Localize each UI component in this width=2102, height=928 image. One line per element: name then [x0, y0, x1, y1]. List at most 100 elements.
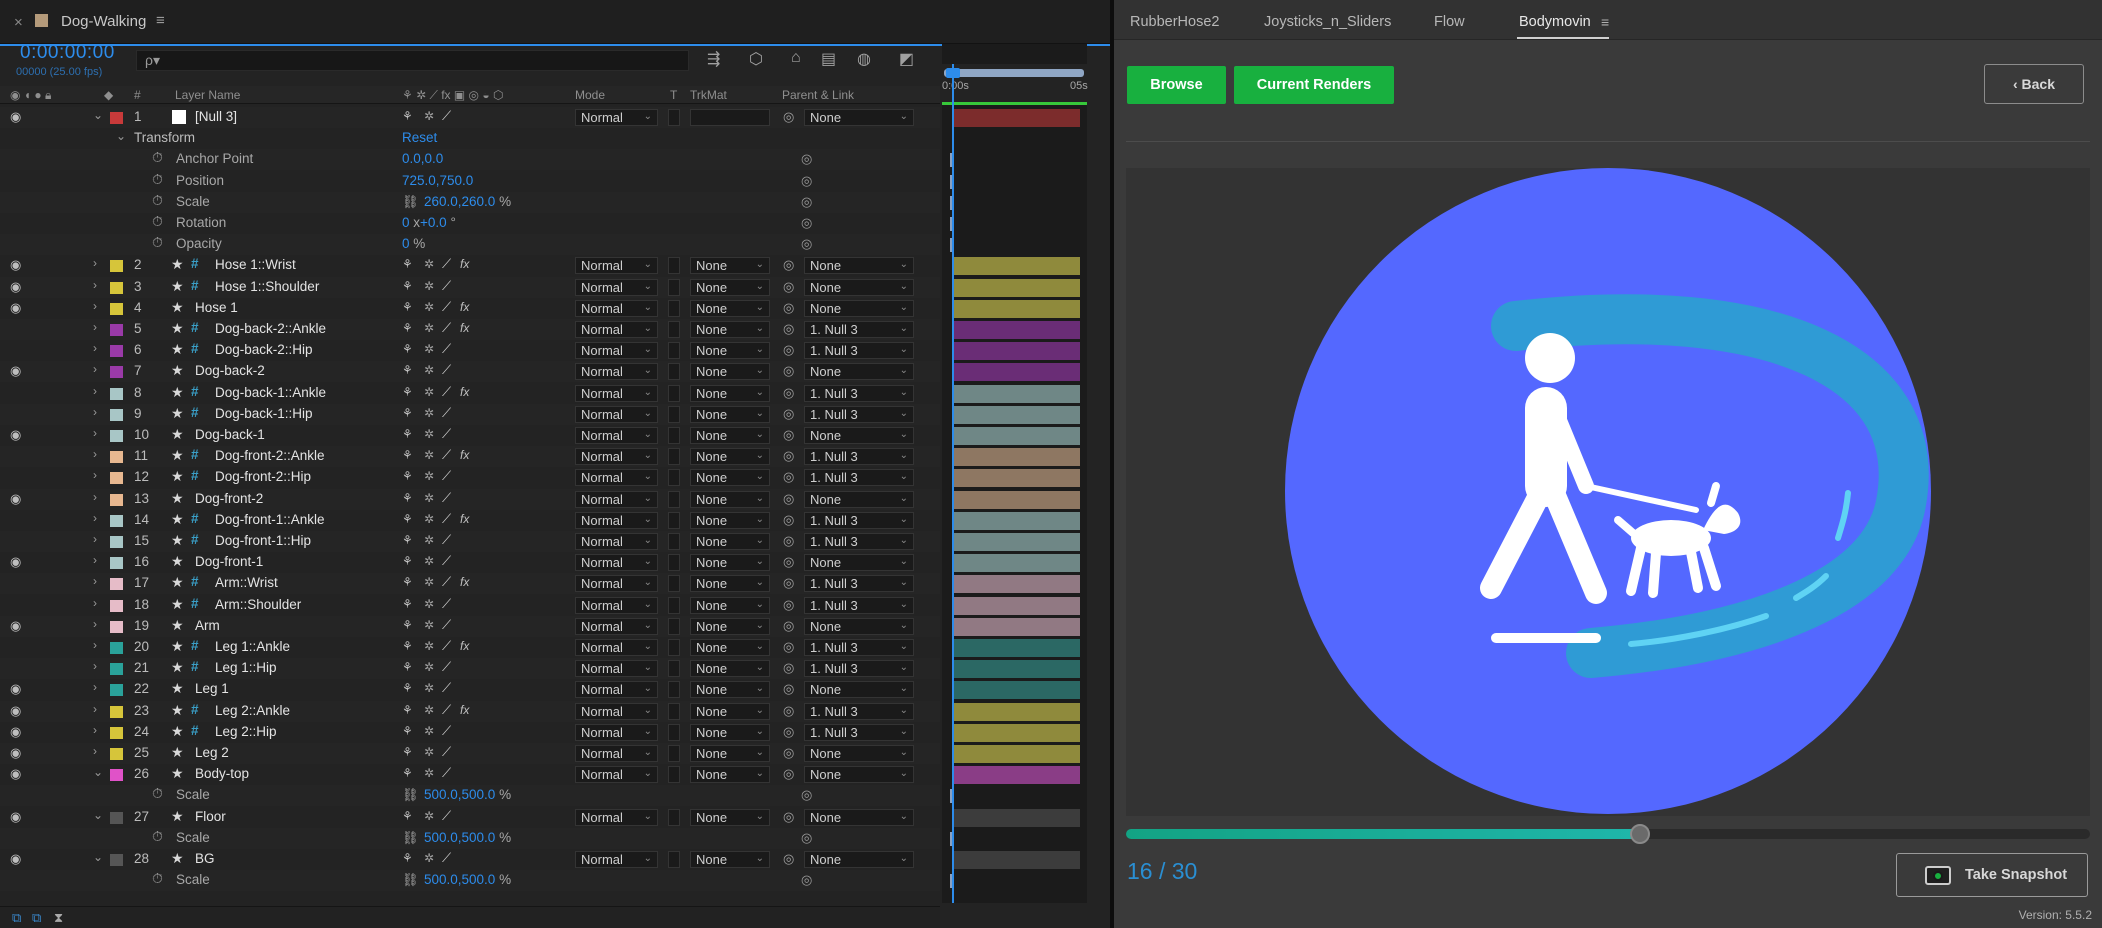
pick-whip-icon[interactable]: ◎	[783, 512, 794, 528]
shy-switch-icon[interactable]: ⚘	[402, 427, 413, 441]
label-color-swatch[interactable]	[110, 684, 123, 697]
preserve-transparency-toggle[interactable]	[668, 278, 680, 296]
layer-name[interactable]: Leg 1::Ankle	[215, 639, 290, 654]
expression-pickwhip-icon[interactable]: ◎	[801, 236, 812, 252]
layer-duration-bar[interactable]	[952, 469, 1080, 488]
pick-whip-icon[interactable]: ◎	[783, 597, 794, 613]
blend-mode-dropdown[interactable]: Normal ⌄	[575, 490, 658, 508]
collapsed-twirl-icon[interactable]: ›	[93, 702, 97, 716]
current-renders-button[interactable]: Current Renders	[1234, 66, 1394, 104]
collapse-switch-icon[interactable]: ✲	[424, 533, 434, 547]
collapse-switch-icon[interactable]: ✲	[424, 491, 434, 505]
layer-name[interactable]: BG	[195, 851, 215, 866]
collapsed-twirl-icon[interactable]: ›	[93, 511, 97, 525]
layer-name[interactable]: Dog-back-1	[195, 427, 265, 442]
layer-name[interactable]: Leg 2	[195, 745, 229, 760]
layer-duration-bar[interactable]	[952, 299, 1080, 318]
property-value-text[interactable]: 0.0,0.0	[402, 151, 443, 166]
toggle-switches-icon[interactable]: ⧉	[12, 910, 21, 926]
blend-mode-dropdown[interactable]: Normal ⌄	[575, 639, 658, 656]
shy-switch-icon[interactable]: ⚘	[402, 257, 413, 271]
collapse-switch-icon[interactable]: ✲	[424, 724, 434, 738]
back-button[interactable]: ‹ Back	[1984, 64, 2084, 104]
preserve-transparency-toggle[interactable]	[668, 342, 680, 360]
parent-dropdown[interactable]: None ⌄	[804, 851, 914, 868]
collapse-switch-icon[interactable]: ✲	[424, 554, 434, 568]
visibility-eye-icon[interactable]: ◉	[10, 809, 21, 825]
stopwatch-icon[interactable]: ⏱	[152, 870, 163, 887]
shy-switch-icon[interactable]: ⚘	[402, 660, 413, 674]
track-matte-dropdown[interactable]: None ⌄	[690, 681, 770, 699]
parent-dropdown[interactable]: 1. Null 3 ⌄	[804, 511, 914, 529]
expanded-twirl-icon[interactable]: ⌄	[93, 850, 103, 864]
label-color-swatch[interactable]	[110, 387, 123, 400]
track-matte-dropdown[interactable]: None ⌄	[690, 617, 770, 635]
parent-dropdown[interactable]: 1. Null 3 ⌄	[804, 384, 914, 402]
visibility-eye-icon[interactable]: ◉	[10, 300, 21, 316]
track-matte-dropdown[interactable]: None ⌄	[690, 363, 770, 381]
stopwatch-icon[interactable]: ⏱	[152, 828, 163, 845]
preserve-transparency-toggle[interactable]	[668, 427, 680, 444]
layer-row[interactable]: ◉ › 10 ★ Dog-back-1 ⚘ ✲ ⟋ Normal ⌄ None ⌄ ◎ None ⌄	[0, 425, 940, 446]
current-time-indicator[interactable]	[952, 64, 954, 909]
property-row[interactable]: ⏱ Opacity 0 % ◎	[0, 234, 940, 256]
blend-mode-dropdown[interactable]: Normal ⌄	[575, 109, 658, 126]
layer-duration-bar[interactable]	[952, 384, 1080, 403]
collapse-switch-icon[interactable]: ✲	[424, 321, 434, 335]
pick-whip-icon[interactable]: ◎	[783, 448, 794, 464]
shy-switch-icon[interactable]: ⚘	[402, 300, 413, 314]
expression-pickwhip-icon[interactable]: ◎	[801, 151, 812, 167]
collapse-switch-icon[interactable]: ✲	[424, 257, 434, 271]
collapsed-twirl-icon[interactable]: ›	[93, 447, 97, 461]
collapse-switch-icon[interactable]: ✲	[424, 660, 434, 674]
pick-whip-icon[interactable]: ◎	[783, 279, 794, 295]
pick-whip-icon[interactable]: ◎	[783, 469, 794, 485]
layer-row[interactable]: › 9 ★ # Dog-back-1::Hip ⚘ ✲ ⟋ Normal ⌄ None ⌄ ◎ 1. Nu…	[0, 403, 940, 425]
visibility-eye-icon[interactable]: ◉	[10, 427, 21, 443]
effects-switch-icon[interactable]: fx	[460, 448, 469, 462]
constrain-proportions-icon[interactable]: ⛓	[402, 830, 419, 846]
current-time-display[interactable]: 0:00:00:00	[20, 42, 115, 64]
shy-switch-icon[interactable]: ⚘	[402, 321, 413, 335]
scrubber-handle[interactable]	[1629, 824, 1650, 844]
collapse-switch-icon[interactable]: ✲	[424, 575, 434, 589]
label-color-swatch[interactable]	[110, 281, 123, 294]
blend-mode-dropdown[interactable]: Normal ⌄	[575, 723, 658, 741]
pick-whip-icon[interactable]: ◎	[783, 809, 794, 825]
layer-row[interactable]: ◉ ⌄ 1 [Null 3] ⚘ ✲ ⟋ Normal ⌄ ◎ None ⌄	[0, 107, 940, 128]
pick-whip-icon[interactable]: ◎	[783, 491, 794, 507]
shy-switch-icon[interactable]: ⚘	[402, 724, 413, 738]
layer-search-input[interactable]: ρ▾	[136, 50, 689, 71]
label-color-swatch[interactable]	[110, 430, 123, 442]
layer-row[interactable]: ◉ › 7 ★ Dog-back-2 ⚘ ✲ ⟋ Normal ⌄ None ⌄ ◎ None ⌄	[0, 361, 940, 383]
quality-switch-icon[interactable]: ⟋	[442, 256, 451, 272]
frame-blending-icon[interactable]: ▤	[821, 49, 836, 69]
preserve-transparency-toggle[interactable]	[668, 808, 680, 826]
layer-row[interactable]: › 11 ★ # Dog-front-2::Ankle ⚘ ✲ ⟋ fx Normal ⌄ None ⌄…	[0, 446, 940, 468]
layer-row[interactable]: › 17 ★ # Arm::Wrist ⚘ ✲ ⟋ fx Normal ⌄ None ⌄ ◎ 1. Null…	[0, 573, 940, 595]
visibility-eye-icon[interactable]: ◉	[10, 618, 21, 634]
preserve-transparency-toggle[interactable]	[668, 660, 680, 678]
preserve-transparency-toggle[interactable]	[668, 469, 680, 487]
property-value-text[interactable]: 500.0,500.0	[424, 830, 495, 845]
parent-dropdown[interactable]: None ⌄	[804, 427, 914, 444]
collapsed-twirl-icon[interactable]: ›	[93, 362, 97, 376]
preserve-transparency-toggle[interactable]	[668, 596, 680, 614]
track-matte-dropdown[interactable]: None ⌄	[690, 533, 770, 550]
layer-name[interactable]: Dog-back-2	[195, 363, 265, 378]
blend-mode-dropdown[interactable]: Normal ⌄	[575, 808, 658, 826]
pick-whip-icon[interactable]: ◎	[783, 300, 794, 316]
blend-mode-dropdown[interactable]: Normal ⌄	[575, 575, 658, 593]
stopwatch-icon[interactable]: ⏱	[152, 234, 163, 251]
layer-row[interactable]: ◉ › 2 ★ # Hose 1::Wrist ⚘ ✲ ⟋ fx Normal ⌄ None ⌄ ◎ None…	[0, 255, 940, 276]
parent-link-header[interactable]: Parent & Link	[782, 88, 854, 102]
property-row[interactable]: ⏱ Scale ⛓ 500.0,500.0 % ◎	[0, 827, 940, 849]
expression-pickwhip-icon[interactable]: ◎	[801, 194, 812, 210]
quality-switch-icon[interactable]: ⟋	[442, 490, 451, 506]
layer-row[interactable]: ◉ ⌄ 27 ★ Floor ⚘ ✲ ⟋ Normal ⌄ None ⌄ ◎ None ⌄	[0, 807, 940, 828]
stopwatch-icon[interactable]: ⏱	[152, 149, 163, 166]
preserve-transparency-toggle[interactable]	[668, 490, 680, 508]
label-color-swatch[interactable]	[110, 493, 123, 506]
effects-switch-icon[interactable]: fx	[460, 321, 469, 335]
expanded-twirl-icon[interactable]: ⌄	[93, 108, 103, 122]
